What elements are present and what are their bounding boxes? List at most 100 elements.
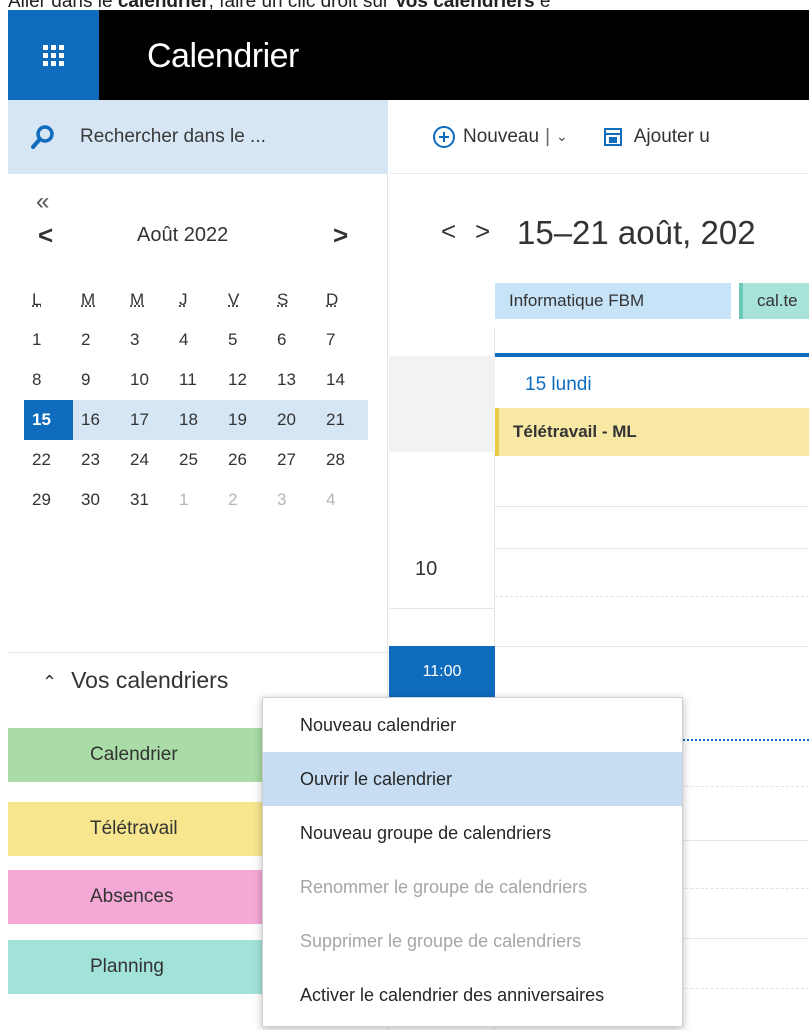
search-box[interactable]: Rechercher dans le ... [8,100,388,174]
calendar-item-label: Absences [90,886,174,907]
search-input[interactable]: Rechercher dans le ... [80,126,266,148]
day-cell[interactable]: 20 [269,400,318,440]
day-cell[interactable]: 2 [73,320,122,360]
mini-calendar: L M M J V S D 1 2 3 4 5 6 7 8 9 10 11 12… [24,280,368,520]
today-accent-bar [495,353,809,357]
your-calendars-label: Vos calendriers [71,667,229,693]
menu-item-enable-birthdays[interactable]: Activer le calendrier des anniversaires [263,968,682,1022]
day-cell[interactable]: 30 [73,480,122,520]
day-cell[interactable]: 1 [24,320,73,360]
weekday-label: M [81,290,96,309]
day-cell[interactable]: 18 [171,400,220,440]
calendar-week-row: 29 30 31 1 2 3 4 [24,480,368,520]
app-header: Calendrier [8,10,809,100]
weekday-label: S [277,290,289,309]
day-cell[interactable]: 4 [171,320,220,360]
day-cell[interactable]: 26 [220,440,269,480]
selected-week-row: 15 16 17 18 19 20 21 [24,400,368,440]
day-cell[interactable]: 3 [122,320,171,360]
day-cell-next-month[interactable]: 1 [171,480,220,520]
day-cell[interactable]: 12 [220,360,269,400]
caption-bold-your-calendars: Vos calendriers [395,0,535,10]
day-cell[interactable]: 7 [318,320,367,360]
day-cell[interactable]: 16 [73,400,122,440]
day-cell[interactable]: 31 [122,480,171,520]
day-cell[interactable]: 25 [171,440,220,480]
instruction-caption: Aller dans le calendrier, faire un clic … [8,0,809,10]
waffle-icon [43,44,64,66]
app-launcher-button[interactable] [8,10,99,100]
caption-prefix: Aller dans le [8,0,118,10]
selected-day-cell[interactable]: 15 [24,400,73,440]
half-hour-line [495,596,809,597]
plus-circle-icon [433,125,455,148]
day-cell[interactable]: 13 [269,360,318,400]
current-time-indicator: 11:00 [389,646,495,698]
hour-line [495,548,809,549]
caption-middle: , faire un clic droit sur [209,0,395,10]
weekday-label: D [326,290,339,309]
day-cell[interactable]: 23 [73,440,122,480]
previous-week-button[interactable]: < [441,216,456,247]
command-bar: Nouveau | ⌄ Ajouter u [389,100,809,174]
weekday-label: J [179,290,188,309]
weekday-label: M [130,290,145,309]
chevron-up-icon: ⌃ [42,672,58,692]
caption-bold-calendar: calendrier [118,0,209,10]
app-title: Calendrier [147,37,299,75]
menu-item-delete-group: Supprimer le groupe de calendriers [300,931,582,951]
weekday-label: L [32,290,42,309]
new-event-button[interactable]: Nouveau | ⌄ [433,125,568,148]
calendar-chip[interactable]: Informatique FBM [495,283,731,319]
menu-item-new-calendar[interactable]: Nouveau calendrier [263,698,682,752]
previous-month-button[interactable]: < [38,220,53,251]
calendar-icon [603,127,622,146]
next-month-button[interactable]: > [333,220,348,251]
day-cell[interactable]: 11 [171,360,220,400]
menu-item-open-calendar[interactable]: Ouvrir le calendrier [263,752,682,806]
day-cell[interactable]: 19 [220,400,269,440]
week-range-title[interactable]: 15–21 août, 202 [517,214,756,252]
day-cell[interactable]: 10 [122,360,171,400]
your-calendars-header[interactable]: ⌃ Vos calendriers [42,667,228,694]
add-calendar-label: Ajouter u [633,125,710,147]
search-icon [30,124,56,150]
context-menu: Nouveau calendrier Ouvrir le calendrier … [262,697,683,1027]
allday-event[interactable]: Télétravail - ML [495,408,809,456]
day-cell[interactable]: 9 [73,360,122,400]
day-cell[interactable]: 28 [318,440,367,480]
chevron-down-icon[interactable]: ⌄ [556,128,568,145]
day-cell[interactable]: 22 [24,440,73,480]
day-cell[interactable]: 8 [24,360,73,400]
calendar-week-row: 22 23 24 25 26 27 28 [24,440,368,480]
calendar-item-label: Planning [90,956,164,977]
calendar-week-row: 8 9 10 11 12 13 14 [24,360,368,400]
day-cell[interactable]: 14 [318,360,367,400]
calendar-week-row: 1 2 3 4 5 6 7 [24,320,368,360]
mini-calendar-month[interactable]: Août 2022 [137,224,228,247]
calendar-chip[interactable]: cal.te [739,283,809,319]
day-cell[interactable]: 29 [24,480,73,520]
day-header[interactable]: 15 lundi [525,374,592,396]
day-cell-next-month[interactable]: 3 [269,480,318,520]
calendar-item-label: Télétravail [90,818,178,839]
weekday-label: V [228,290,240,309]
new-event-label: Nouveau [463,125,540,147]
day-cell[interactable]: 27 [269,440,318,480]
day-cell[interactable]: 24 [122,440,171,480]
day-cell[interactable]: 6 [269,320,318,360]
calendar-item-label: Calendrier [90,744,178,765]
divider [8,652,388,653]
caption-suffix: e [535,0,551,10]
day-cell[interactable]: 5 [220,320,269,360]
day-cell-next-month[interactable]: 4 [318,480,367,520]
next-week-button[interactable]: > [475,216,490,247]
menu-item-new-calendar-group[interactable]: Nouveau groupe de calendriers [263,806,682,860]
day-cell[interactable]: 21 [318,400,367,440]
collapse-calendar-button[interactable]: « [36,188,49,216]
day-cell-next-month[interactable]: 2 [220,480,269,520]
add-calendar-button[interactable]: Ajouter u [603,125,710,148]
day-cell[interactable]: 17 [122,400,171,440]
toolbar-separator: | [545,125,550,147]
menu-item-rename-group: Renommer le groupe de calendriers [300,877,588,897]
